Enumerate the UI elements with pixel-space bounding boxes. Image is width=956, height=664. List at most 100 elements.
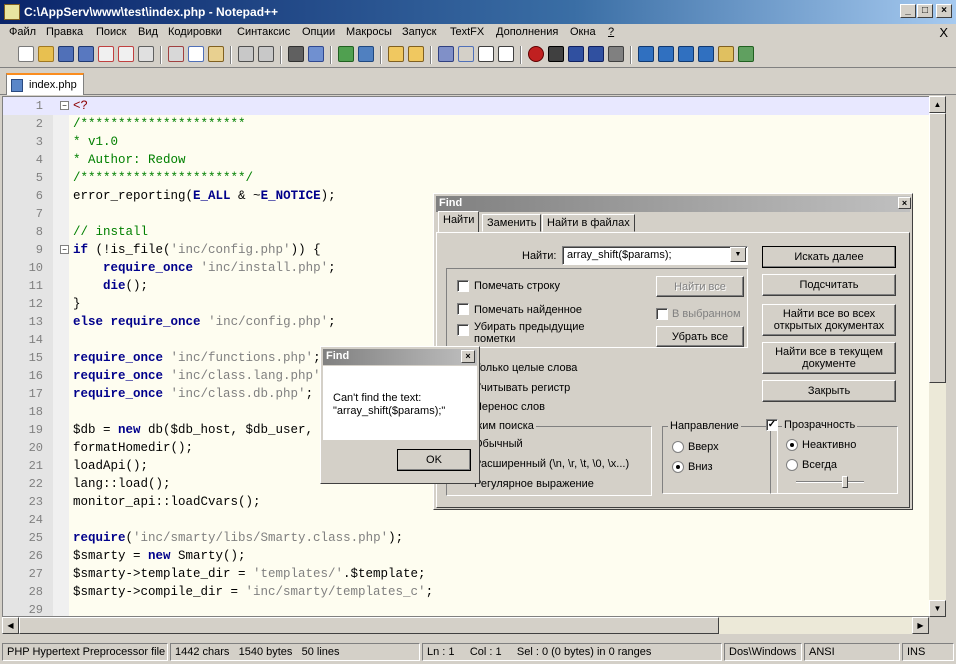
- textfx-icon-3[interactable]: [718, 46, 734, 62]
- trans-always-radio[interactable]: [786, 459, 798, 471]
- line-text: if (!is_file('inc/config.php')) {: [73, 243, 321, 257]
- play-macro-icon[interactable]: [568, 46, 584, 62]
- sync-h-icon[interactable]: [408, 46, 424, 62]
- notepad-app-icon[interactable]: [4, 4, 20, 20]
- redo-icon[interactable]: [258, 46, 274, 62]
- zoom-in-icon[interactable]: [338, 46, 354, 62]
- menu-view[interactable]: Вид: [138, 26, 158, 38]
- minimize-button[interactable]: _: [900, 4, 916, 18]
- find-icon[interactable]: [288, 46, 304, 62]
- fold-toggle-icon[interactable]: −: [60, 101, 69, 110]
- new-file-icon[interactable]: [18, 46, 34, 62]
- document-close-icon[interactable]: X: [939, 25, 948, 40]
- tab-find[interactable]: Найти: [438, 211, 480, 233]
- trans-inactive-label: Неактивно: [802, 439, 857, 451]
- textfx-icon-2[interactable]: [698, 46, 714, 62]
- menu-run[interactable]: Запуск: [402, 26, 436, 38]
- menu-windows[interactable]: Окна: [570, 26, 596, 38]
- replace-icon[interactable]: [308, 46, 324, 62]
- close-button[interactable]: ×: [936, 4, 952, 18]
- word-wrap-icon[interactable]: [438, 46, 454, 62]
- sync-v-icon[interactable]: [388, 46, 404, 62]
- scroll-right-icon[interactable]: ▶: [912, 617, 929, 634]
- transparency-slider[interactable]: [842, 476, 848, 488]
- trans-inactive-radio[interactable]: [786, 439, 798, 451]
- line-number: 23: [28, 495, 43, 509]
- menu-macros[interactable]: Макросы: [346, 26, 392, 38]
- chevron-down-icon[interactable]: ▼: [730, 247, 746, 262]
- menu-plugins[interactable]: Дополнения: [496, 26, 558, 38]
- menu-search[interactable]: Поиск: [96, 26, 126, 38]
- mark-found-checkbox[interactable]: [457, 303, 469, 315]
- save-macro-icon[interactable]: [608, 46, 624, 62]
- find-all-open-docs-button[interactable]: Найти все во всех открытых документах: [762, 304, 896, 336]
- menu-help[interactable]: ?: [608, 26, 614, 38]
- print-icon[interactable]: [138, 46, 154, 62]
- in-selection-checkbox[interactable]: [656, 308, 668, 320]
- mark-line-checkbox[interactable]: [457, 280, 469, 292]
- clear-prev-checkbox[interactable]: [457, 324, 469, 336]
- tab-find-in-files[interactable]: Найти в файлах: [542, 214, 635, 232]
- save-all-icon[interactable]: [78, 46, 94, 62]
- record-macro-icon[interactable]: [528, 46, 544, 62]
- arrow-up-icon[interactable]: [658, 46, 674, 62]
- run-macro-multiple-icon[interactable]: [588, 46, 604, 62]
- show-symbols-icon[interactable]: [458, 46, 474, 62]
- indent-guide-icon[interactable]: [478, 46, 494, 62]
- dir-down-radio[interactable]: [672, 461, 684, 473]
- dir-up-radio[interactable]: [672, 441, 684, 453]
- undo-icon[interactable]: [238, 46, 254, 62]
- vertical-scrollbar[interactable]: ▲ ▼: [929, 96, 946, 617]
- find-close-icon[interactable]: ×: [898, 197, 911, 209]
- spellcheck-icon[interactable]: [738, 46, 754, 62]
- code-line: 2 /**********************: [3, 115, 929, 133]
- transparency-checkbox[interactable]: ✓: [766, 419, 778, 431]
- vertical-scroll-thumb[interactable]: [929, 113, 946, 383]
- zoom-out-icon[interactable]: [358, 46, 374, 62]
- find-close-button[interactable]: Закрыть: [762, 380, 896, 402]
- fold-toggle-icon[interactable]: −: [60, 245, 69, 254]
- close-all-icon[interactable]: [118, 46, 134, 62]
- line-number: 4: [35, 153, 43, 167]
- menu-syntax[interactable]: Синтаксис: [237, 26, 290, 38]
- menu-edit[interactable]: Правка: [46, 26, 83, 38]
- count-button[interactable]: Подсчитать: [762, 274, 896, 296]
- code-line: 26 $smarty = new Smarty();: [3, 547, 929, 565]
- line-number: 20: [28, 441, 43, 455]
- user-lang-icon[interactable]: [498, 46, 514, 62]
- menu-textfx[interactable]: TextFX: [450, 26, 484, 38]
- line-text: require('inc/smarty/libs/Smarty.class.ph…: [73, 531, 404, 545]
- scroll-down-icon[interactable]: ▼: [929, 600, 946, 617]
- line-text: require_once 'inc/class.db.php';: [73, 387, 314, 401]
- copy-icon[interactable]: [188, 46, 204, 62]
- find-label: Найти:: [522, 250, 557, 262]
- ok-button[interactable]: OK: [397, 449, 471, 471]
- horizontal-scroll-thumb[interactable]: [19, 617, 719, 634]
- arrow-down-icon[interactable]: [678, 46, 694, 62]
- mark-all-button[interactable]: Найти все: [656, 276, 744, 297]
- scroll-left-icon[interactable]: ◀: [2, 617, 19, 634]
- find-input-value: array_shift($params);: [567, 249, 672, 261]
- tab-replace[interactable]: Заменить: [482, 214, 542, 232]
- message-close-icon[interactable]: ×: [461, 350, 475, 363]
- find-all-current-doc-button[interactable]: Найти все в текущем документе: [762, 342, 896, 374]
- menu-encoding[interactable]: Кодировки: [168, 26, 222, 38]
- menu-options[interactable]: Опции: [302, 26, 335, 38]
- save-icon[interactable]: [58, 46, 74, 62]
- clear-all-button[interactable]: Убрать все: [656, 326, 744, 347]
- textfx-icon-1[interactable]: [638, 46, 654, 62]
- maximize-button[interactable]: □: [917, 4, 933, 18]
- open-file-icon[interactable]: [38, 46, 54, 62]
- paste-icon[interactable]: [208, 46, 224, 62]
- stop-macro-icon[interactable]: [548, 46, 564, 62]
- line-text: monitor_api::loadCvars();: [73, 495, 261, 509]
- find-next-button[interactable]: Искать далее: [762, 246, 896, 268]
- cut-icon[interactable]: [168, 46, 184, 62]
- status-ln: Ln : 1: [427, 646, 455, 658]
- close-file-icon[interactable]: [98, 46, 114, 62]
- tab-index-php[interactable]: index.php: [6, 73, 84, 95]
- scroll-up-icon[interactable]: ▲: [929, 96, 946, 113]
- find-input[interactable]: array_shift($params); ▼: [562, 246, 748, 265]
- menu-file[interactable]: Файл: [9, 26, 36, 38]
- horizontal-scrollbar[interactable]: ◀ ▶: [2, 617, 929, 634]
